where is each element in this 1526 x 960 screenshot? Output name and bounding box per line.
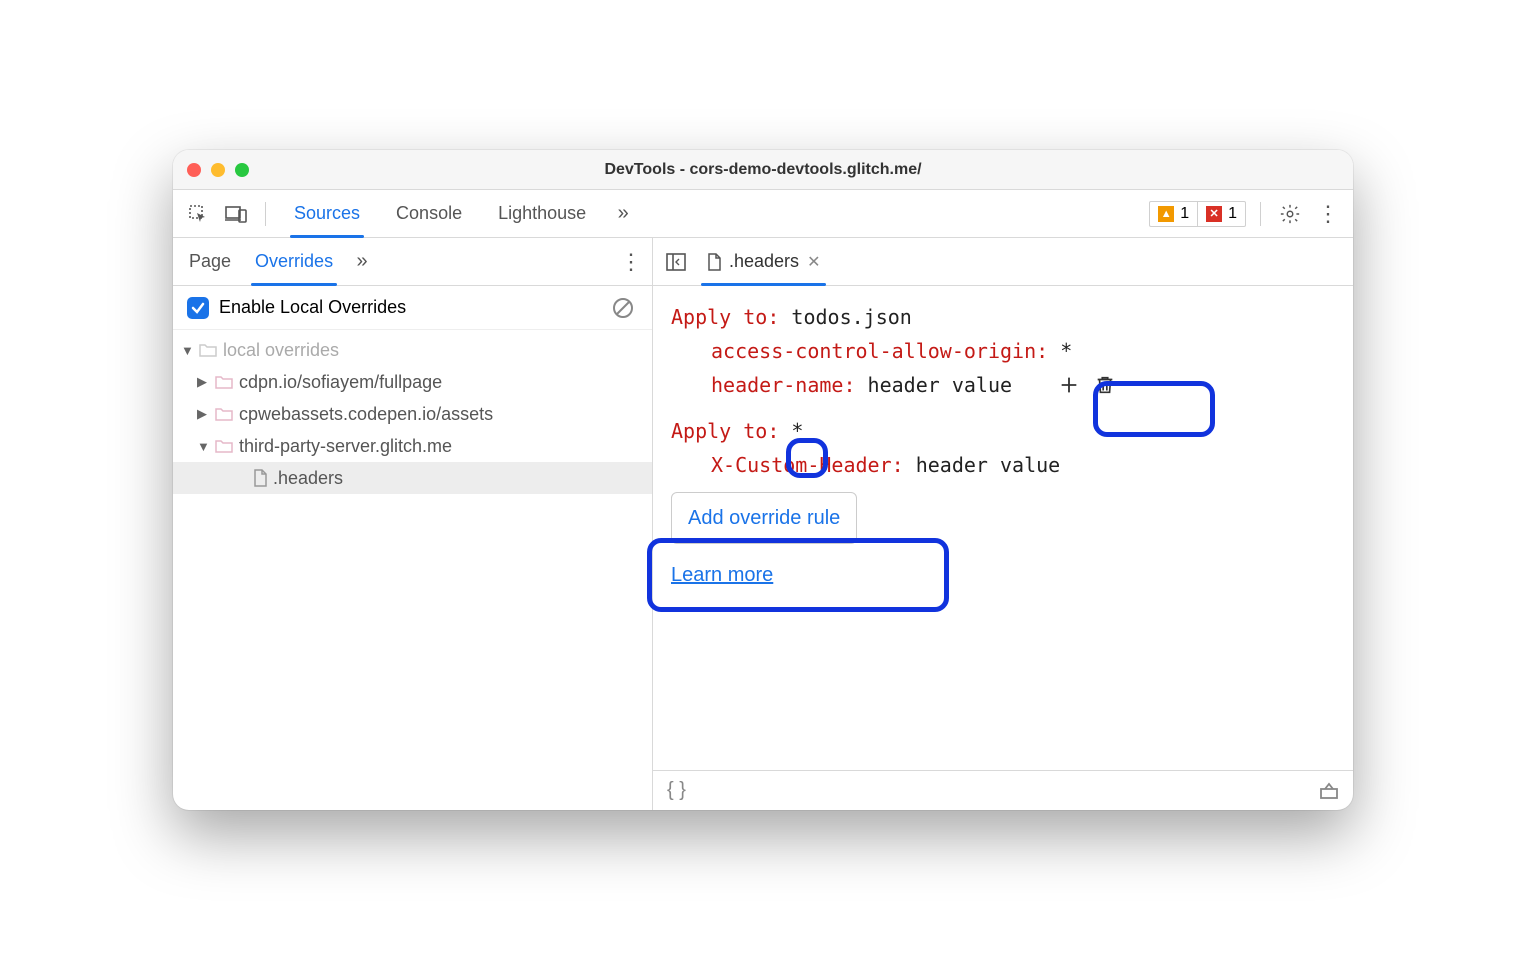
navigator-menu-icon[interactable]: ⋮ [616, 247, 646, 277]
subtab-page[interactable]: Page [179, 238, 241, 286]
header-name-3[interactable]: X-Custom-Header [711, 453, 892, 477]
coverage-icon[interactable] [1319, 782, 1339, 800]
devtools-window: DevTools - cors-demo-devtools.glitch.me/… [173, 150, 1353, 810]
file-tree: ▼ local overrides ▶ cdpn.io/sofiayem/ful… [173, 330, 652, 498]
errors-count: 1 [1228, 205, 1237, 223]
header-value-2[interactable]: header value [868, 373, 1013, 397]
learn-more-link[interactable]: Learn more [671, 558, 773, 592]
collapse-arrow-icon: ▶ [197, 406, 209, 422]
subtab-overrides[interactable]: Overrides [245, 238, 343, 286]
editor-statusbar: { } [653, 770, 1353, 810]
tab-sources[interactable]: Sources [280, 190, 374, 238]
clear-overrides-icon[interactable] [608, 293, 638, 323]
editor-tabs: .headers ✕ [653, 238, 1353, 286]
expand-arrow-icon: ▼ [197, 439, 209, 454]
add-header-icon[interactable] [1058, 374, 1080, 396]
warning-icon: ▲ [1158, 206, 1174, 222]
more-subtabs-icon[interactable]: » [347, 247, 377, 277]
header-name-2[interactable]: header-name [711, 373, 843, 397]
enable-overrides-label: Enable Local Overrides [219, 297, 406, 318]
settings-icon[interactable] [1275, 199, 1305, 229]
delete-header-icon[interactable] [1094, 374, 1116, 396]
divider [265, 202, 266, 226]
tree-folder-3-label: third-party-server.glitch.me [239, 436, 452, 457]
apply-to-label: Apply to [671, 305, 767, 329]
tree-folder-3[interactable]: ▼ third-party-server.glitch.me [173, 430, 652, 462]
enable-overrides-checkbox[interactable] [187, 297, 209, 319]
warnings-count: 1 [1180, 205, 1189, 223]
header-name-1[interactable]: access-control-allow-origin [711, 339, 1036, 363]
close-tab-icon[interactable]: ✕ [807, 252, 820, 272]
tree-root-label: local overrides [223, 340, 339, 361]
issue-badges[interactable]: ▲ 1 ✕ 1 [1149, 201, 1246, 227]
folder-icon [215, 407, 233, 421]
apply-to-target-2[interactable]: * [791, 419, 803, 443]
inspect-element-icon[interactable] [183, 199, 213, 229]
navigator-tabs: Page Overrides » ⋮ [173, 238, 652, 286]
window-titlebar: DevTools - cors-demo-devtools.glitch.me/ [173, 150, 1353, 190]
tree-folder-2[interactable]: ▶ cpwebassets.codepen.io/assets [173, 398, 652, 430]
more-tabs-icon[interactable]: » [608, 199, 638, 229]
folder-icon [215, 375, 233, 389]
main-toolbar: Sources Console Lighthouse » ▲ 1 ✕ 1 ⋮ [173, 190, 1353, 238]
header-value-1[interactable]: * [1060, 339, 1072, 363]
tree-file-headers[interactable]: .headers [173, 462, 652, 494]
apply-to-target-1[interactable]: todos.json [791, 305, 911, 329]
tree-folder-1-label: cdpn.io/sofiayem/fullpage [239, 372, 442, 393]
add-override-rule-button[interactable]: Add override rule [671, 492, 857, 544]
divider [1260, 202, 1261, 226]
tree-folder-1[interactable]: ▶ cdpn.io/sofiayem/fullpage [173, 366, 652, 398]
folder-icon [199, 343, 217, 357]
expand-arrow-icon: ▼ [181, 343, 193, 358]
pretty-print-icon[interactable]: { } [667, 779, 686, 802]
tree-folder-2-label: cpwebassets.codepen.io/assets [239, 404, 493, 425]
toggle-navigator-icon[interactable] [661, 247, 691, 277]
error-icon: ✕ [1206, 206, 1222, 222]
window-title: DevTools - cors-demo-devtools.glitch.me/ [173, 161, 1353, 179]
file-icon [253, 469, 267, 487]
navigator-panel: Page Overrides » ⋮ Enable Local Override… [173, 238, 653, 810]
enable-overrides-row: Enable Local Overrides [173, 286, 652, 330]
editor-tab-label: .headers [729, 251, 799, 272]
warnings-badge[interactable]: ▲ 1 [1150, 202, 1197, 226]
headers-editor[interactable]: Apply to: todos.json access-control-allo… [653, 286, 1353, 770]
editor-tab-headers[interactable]: .headers ✕ [697, 238, 830, 286]
folder-icon [215, 439, 233, 453]
file-icon [707, 253, 721, 271]
kebab-menu-icon[interactable]: ⋮ [1313, 199, 1343, 229]
tab-lighthouse[interactable]: Lighthouse [484, 190, 600, 238]
errors-badge[interactable]: ✕ 1 [1197, 202, 1245, 226]
tree-root[interactable]: ▼ local overrides [173, 334, 652, 366]
apply-to-label-2: Apply to [671, 419, 767, 443]
main-body: Page Overrides » ⋮ Enable Local Override… [173, 238, 1353, 810]
header-value-3[interactable]: header value [916, 453, 1061, 477]
editor-panel: .headers ✕ Apply to: todos.json access-c… [653, 238, 1353, 810]
collapse-arrow-icon: ▶ [197, 374, 209, 390]
tab-console[interactable]: Console [382, 190, 476, 238]
device-toolbar-icon[interactable] [221, 199, 251, 229]
tree-file-label: .headers [273, 468, 343, 489]
